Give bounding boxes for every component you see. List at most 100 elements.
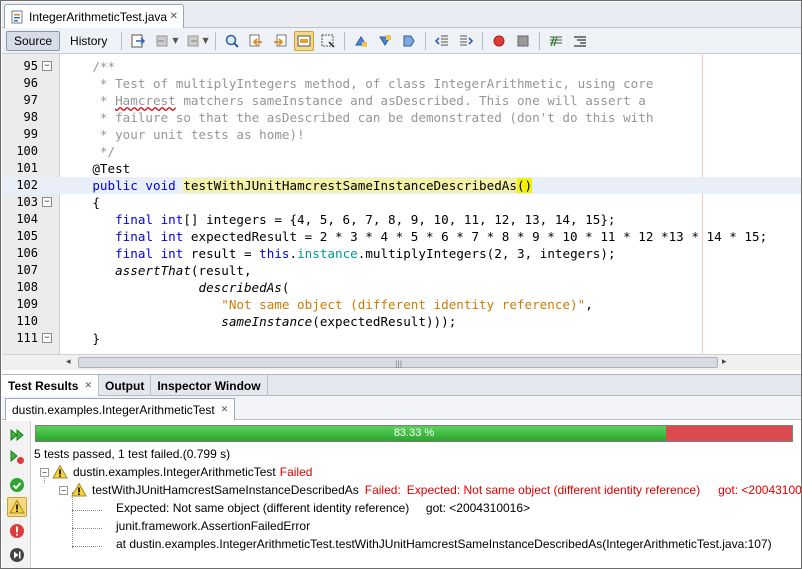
- shift-left-button[interactable]: [432, 31, 452, 51]
- code-text: * your unit tests as home)!: [62, 126, 305, 143]
- scroll-right-icon[interactable]: ▸: [722, 357, 727, 367]
- editor-tab-label: IntegerArithmeticTest.java: [29, 9, 168, 24]
- line-number: 99: [23, 127, 38, 141]
- tree-detail-exception[interactable]: junit.framework.AssertionFailedError: [116, 517, 310, 535]
- editor-toolbar: Source History ▼ ▼: [2, 28, 801, 54]
- code-plain: .: [289, 246, 298, 261]
- code-static-method: describedAs: [198, 280, 282, 295]
- find-next-icon: [273, 34, 287, 46]
- tree-node-test[interactable]: − testWithJUnitHamcrestSameInstanceDescr…: [59, 481, 801, 499]
- test-failure-message: Expected: Not same object (different ide…: [406, 483, 701, 497]
- close-tab-icon[interactable]: ✕: [84, 380, 92, 391]
- tab-inspector-window[interactable]: Inspector Window: [151, 375, 268, 396]
- line-number: 109: [16, 297, 38, 311]
- tab-test-results[interactable]: Test Results ✕: [2, 375, 100, 396]
- comment-icon: [549, 36, 562, 46]
- start-macro-button[interactable]: [489, 31, 509, 51]
- test-status: Failed:: [364, 483, 401, 497]
- source-button[interactable]: Source: [6, 30, 61, 51]
- close-tab-icon[interactable]: ✕: [170, 11, 178, 22]
- find-selection-button[interactable]: [222, 31, 242, 51]
- code-keyword: final int: [115, 212, 184, 227]
- toggle-highlight-search-button[interactable]: [293, 30, 314, 51]
- code-text: public void testWithJUnitHamcrestSameIns…: [62, 177, 533, 194]
- tab-output[interactable]: Output: [99, 375, 152, 396]
- code-comment: *: [92, 93, 116, 108]
- test-results-sidebar: [2, 421, 31, 568]
- test-results-subtabs: dustin.examples.IntegerArithmeticTest ✕: [2, 396, 801, 420]
- editor-tab-integerarithmetictest[interactable]: IntegerArithmeticTest.java ✕: [4, 4, 184, 28]
- code-text: final int[] integers = {4, 5, 6, 7, 8, 9…: [62, 211, 615, 228]
- toolbar-separator: [343, 31, 345, 50]
- code-line: 100 */: [2, 143, 801, 160]
- magnifier-icon: [225, 34, 239, 48]
- close-tab-icon[interactable]: ✕: [221, 404, 229, 415]
- code-plain: (expectedResult)));: [312, 314, 457, 329]
- code-line: 111− }: [2, 330, 801, 347]
- show-aborted-button[interactable]: [7, 545, 27, 565]
- uncomment-button[interactable]: [570, 31, 590, 51]
- code-text: final int result = this.instance.multipl…: [62, 245, 615, 262]
- java-file-icon: [10, 10, 24, 24]
- forward-icon: [187, 35, 199, 46]
- stop-macro-button[interactable]: [513, 31, 533, 51]
- show-aborted-icon: [10, 548, 24, 562]
- rerun-failed-button[interactable]: [7, 447, 27, 467]
- code-text: {: [62, 194, 100, 211]
- code-line: 109 "Not same object (different identity…: [2, 296, 801, 313]
- tree-detail-stack-frame[interactable]: at dustin.examples.IntegerArithmeticTest…: [116, 535, 772, 553]
- toggle-rect-selection-button[interactable]: [318, 31, 338, 51]
- code-comment: * Test of multiplyIntegers method, of cl…: [92, 76, 654, 91]
- code-text: * failure so that the asDescribed can be…: [62, 109, 654, 126]
- subtab-integerarithmetictest[interactable]: dustin.examples.IntegerArithmeticTest ✕: [5, 398, 236, 420]
- find-next-button[interactable]: [270, 31, 290, 51]
- tree-detail-expected[interactable]: Expected: Not same object (different ide…: [116, 499, 530, 517]
- tree-node-suite[interactable]: − dustin.examples.IntegerArithmeticTest …: [40, 463, 312, 481]
- code-editor[interactable]: 95− /** 96 * Test of multiplyIntegers me…: [2, 54, 801, 354]
- scroll-left-icon[interactable]: ◂: [66, 357, 71, 367]
- show-errors-button[interactable]: [7, 521, 27, 541]
- collapse-toggle-icon[interactable]: −: [59, 485, 68, 495]
- back-button[interactable]: [152, 31, 172, 51]
- toggle-bookmark-button[interactable]: [399, 31, 419, 51]
- last-edit-button[interactable]: [128, 31, 148, 51]
- line-number: 110: [16, 314, 38, 328]
- code-text: /**: [62, 58, 115, 75]
- fold-toggle[interactable]: −: [42, 61, 52, 71]
- line-number: 102: [16, 178, 38, 192]
- detail-text: junit.framework.AssertionFailedError: [116, 519, 311, 533]
- grip-icon: |||: [395, 360, 403, 368]
- rerun-failed-icon: [10, 449, 24, 464]
- show-passed-icon: [10, 478, 24, 492]
- previous-bookmark-button[interactable]: [351, 31, 371, 51]
- code-keyword: this: [259, 246, 290, 261]
- code-plain: result =: [183, 246, 260, 261]
- collapse-toggle-icon[interactable]: −: [40, 467, 49, 477]
- code-comment: * your unit tests as home)!: [92, 127, 305, 142]
- find-previous-button[interactable]: [246, 31, 266, 51]
- code-text: final int expectedResult = 2 * 3 * 4 * 5…: [62, 228, 767, 245]
- forward-button[interactable]: [183, 31, 203, 51]
- line-number: 106: [16, 246, 38, 260]
- line-number: 107: [16, 263, 38, 277]
- code-text: * Hamcrest matchers sameInstance and asD…: [62, 92, 646, 109]
- line-number: 103: [16, 195, 38, 209]
- line-number: 101: [16, 161, 38, 175]
- show-failed-button[interactable]: [7, 497, 27, 517]
- rerun-button[interactable]: [7, 425, 27, 445]
- history-button[interactable]: History: [62, 31, 115, 51]
- chevron-down-icon[interactable]: ▼: [172, 36, 178, 45]
- test-progress-bar: 83.33 %: [35, 425, 793, 442]
- shift-right-button[interactable]: [456, 31, 476, 51]
- chevron-down-icon[interactable]: ▼: [203, 36, 209, 45]
- subtab-label: dustin.examples.IntegerArithmeticTest: [12, 402, 215, 417]
- show-passed-button[interactable]: [7, 475, 27, 495]
- code-line: 108 describedAs(: [2, 279, 801, 296]
- fold-toggle[interactable]: −: [42, 197, 52, 207]
- next-bookmark-button[interactable]: [375, 31, 395, 51]
- comment-button[interactable]: [546, 31, 566, 51]
- editor-horizontal-scrollbar[interactable]: ◂ ||| ▸: [2, 354, 801, 370]
- code-comment: matchers sameInstance and asDescribed. T…: [175, 93, 646, 108]
- tree-line: [72, 528, 102, 529]
- fold-toggle[interactable]: −: [42, 333, 52, 343]
